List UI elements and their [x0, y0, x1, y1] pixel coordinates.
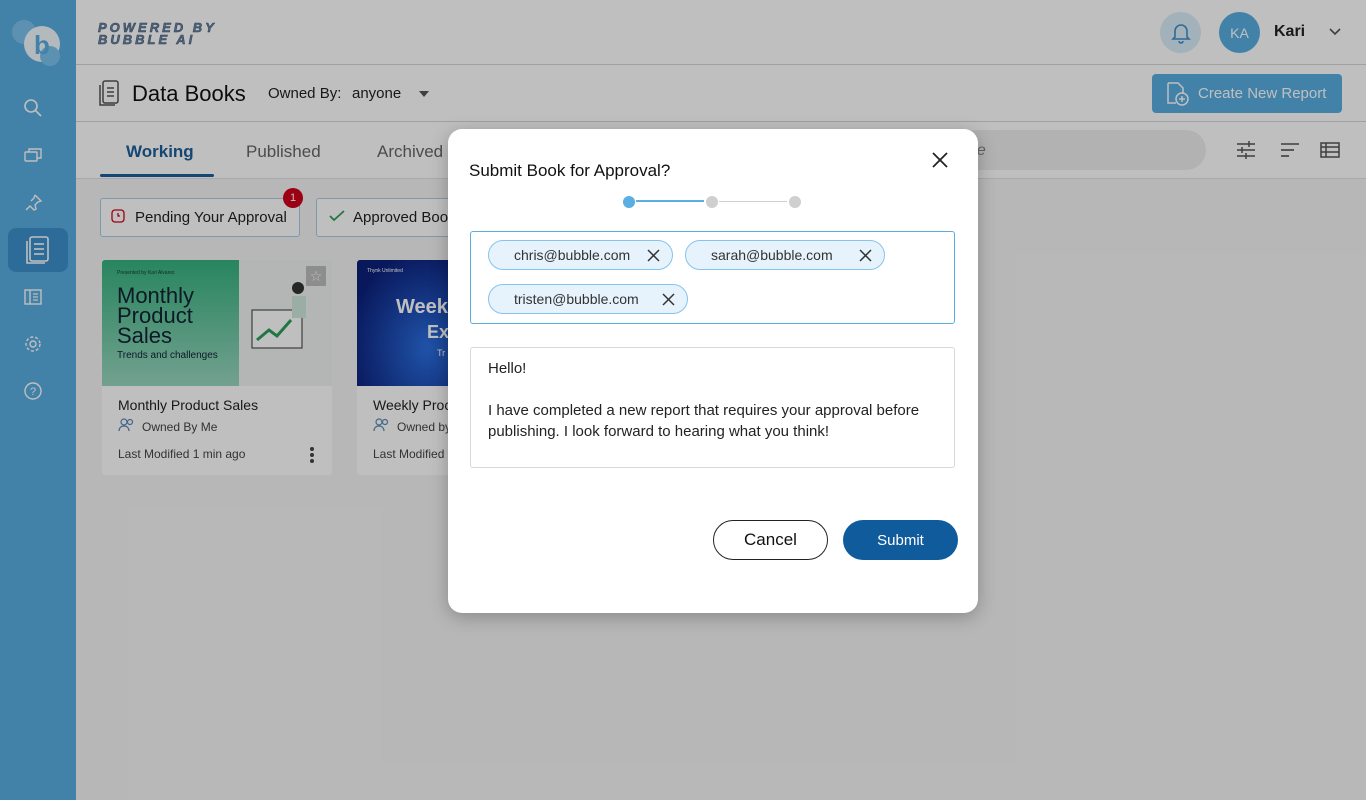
step-2-indicator: [706, 196, 718, 208]
submit-approval-dialog: Submit Book for Approval? chris@bubble.c…: [448, 129, 978, 613]
step-3-indicator: [789, 196, 801, 208]
dialog-title: Submit Book for Approval?: [469, 161, 671, 180]
step-connector-2: [719, 201, 787, 202]
remove-recipient-icon[interactable]: [647, 249, 660, 262]
step-connector-1: [636, 200, 704, 202]
step-1-indicator: [623, 196, 635, 208]
cancel-button[interactable]: Cancel: [713, 520, 828, 560]
recipient-chip: chris@bubble.com: [488, 240, 673, 270]
remove-recipient-icon[interactable]: [662, 293, 675, 306]
recipient-email: chris@bubble.com: [514, 247, 631, 263]
message-textarea[interactable]: Hello! I have completed a new report tha…: [470, 347, 955, 468]
submit-button[interactable]: Submit: [843, 520, 958, 560]
recipients-field[interactable]: chris@bubble.com sarah@bubble.com triste…: [470, 231, 955, 324]
message-body: I have completed a new report that requi…: [488, 402, 920, 440]
recipient-chip: tristen@bubble.com: [488, 284, 688, 314]
recipient-email: sarah@bubble.com: [711, 247, 833, 263]
recipient-chip: sarah@bubble.com: [685, 240, 885, 270]
close-icon[interactable]: [930, 150, 950, 170]
recipient-email: tristen@bubble.com: [514, 291, 639, 307]
message-greeting: Hello!: [488, 360, 527, 377]
remove-recipient-icon[interactable]: [859, 249, 872, 262]
